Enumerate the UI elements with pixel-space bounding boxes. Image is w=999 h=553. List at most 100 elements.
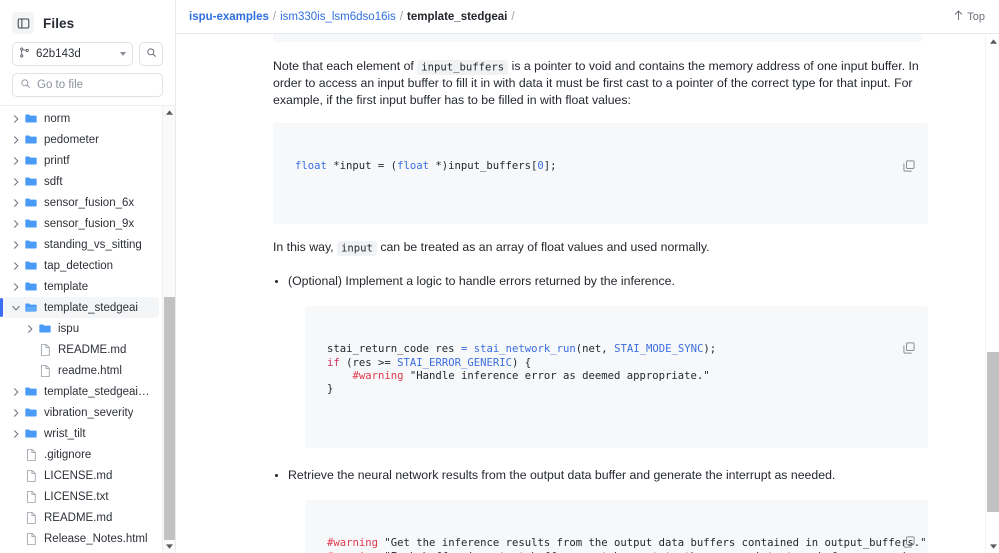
tree-item-label: sdft: [44, 176, 63, 188]
tree-file-license-md[interactable]: LICENSE.md: [3, 465, 159, 486]
tree-item-label: standing_vs_sitting: [44, 239, 142, 251]
scroll-to-top-button[interactable]: Top: [954, 10, 985, 23]
folder-icon: [23, 260, 39, 271]
code-token: stai_network_run: [474, 343, 576, 355]
tree-folder-standing_vs_sitting[interactable]: standing_vs_sitting: [3, 234, 159, 255]
folder-open-icon: [23, 302, 39, 313]
breadcrumb-current: template_stedgeai: [407, 11, 507, 23]
tree-file-readme-md[interactable]: README.md: [3, 507, 159, 528]
chevron-right-icon[interactable]: [9, 283, 23, 291]
scroll-down-arrow-icon[interactable]: [986, 539, 999, 553]
chevron-right-icon[interactable]: [9, 388, 23, 396]
tree-item-label: readme.html: [58, 365, 122, 377]
tree-folder-norm[interactable]: norm: [3, 108, 159, 129]
file-icon: [37, 365, 53, 377]
code-token: STAI_ERROR_GENERIC: [397, 357, 512, 369]
main-scroll-thumb[interactable]: [987, 352, 999, 512]
tree-file-readme-html[interactable]: readme.html: [3, 360, 159, 381]
code-token: "Get the inference results from the outp…: [378, 537, 927, 549]
inline-code-input-buffers: input_buffers: [417, 60, 508, 75]
tree-item-label: printf: [44, 155, 70, 167]
scroll-up-arrow-icon[interactable]: [163, 106, 175, 119]
chevron-right-icon[interactable]: [9, 262, 23, 270]
scroll-down-arrow-icon[interactable]: [163, 540, 175, 553]
tree-file-license-txt[interactable]: LICENSE.txt: [3, 486, 159, 507]
chevron-right-icon[interactable]: [9, 199, 23, 207]
tree-file--gitignore[interactable]: .gitignore: [3, 444, 159, 465]
sidebar-scroll-thumb[interactable]: [164, 297, 175, 553]
chevron-right-icon[interactable]: [9, 241, 23, 249]
tree-folder-pedometer[interactable]: pedometer: [3, 129, 159, 150]
tree-folder-tap_detection[interactable]: tap_detection: [3, 255, 159, 276]
paragraph-input-array: In this way, input can be treated as an …: [196, 239, 927, 256]
sidebar-scrollbar[interactable]: [162, 106, 175, 553]
chevron-right-icon[interactable]: [23, 325, 37, 333]
copy-icon[interactable]: [902, 315, 916, 329]
code-token: *)input_buffers[: [429, 160, 537, 172]
code-token: *input = (: [327, 160, 397, 172]
branch-search-button[interactable]: [139, 42, 163, 66]
chevron-right-icon[interactable]: [9, 178, 23, 186]
code-block-partial-top: [273, 34, 922, 42]
file-icon: [23, 533, 39, 545]
panel-toggle-icon[interactable]: [12, 12, 34, 34]
code-token: ) {: [512, 357, 531, 369]
code-token: }: [327, 383, 333, 395]
folder-icon: [23, 386, 39, 397]
chevron-right-icon[interactable]: [9, 220, 23, 228]
tree-file-release_notes-html[interactable]: Release_Notes.html: [3, 528, 159, 549]
chevron-right-icon[interactable]: [9, 157, 23, 165]
copy-icon[interactable]: [902, 509, 916, 523]
tree-folder-printf[interactable]: printf: [3, 150, 159, 171]
chevron-right-icon[interactable]: [9, 136, 23, 144]
folder-icon: [23, 407, 39, 418]
chevron-right-icon[interactable]: [9, 409, 23, 417]
tree-folder-sdft[interactable]: sdft: [3, 171, 159, 192]
copy-icon[interactable]: [902, 132, 916, 146]
sidebar-header: Files: [0, 0, 175, 42]
folder-icon: [23, 176, 39, 187]
breadcrumb-link-1[interactable]: ism330is_lsm6dso16is: [280, 11, 396, 23]
text-run: In this way,: [273, 240, 337, 254]
goto-file-input[interactable]: Go to file: [12, 73, 163, 97]
tree-folder-wrist_tilt[interactable]: wrist_tilt: [3, 423, 159, 444]
main-scrollbar[interactable]: [985, 34, 999, 553]
breadcrumb-link-0[interactable]: ispu-examples: [189, 11, 269, 23]
file-icon: [23, 512, 39, 524]
code-token: (res >=: [340, 357, 397, 369]
git-branch-icon: [19, 45, 30, 63]
tree-folder-ispu[interactable]: ispu: [3, 318, 159, 339]
tree-item-label: Release_Notes.html: [44, 533, 148, 545]
list-item-optional-errors: (Optional) Implement a logic to handle e…: [196, 273, 927, 289]
code-token: "Handle inference error as deemed approp…: [404, 370, 710, 382]
chevron-down-icon[interactable]: [9, 304, 23, 312]
branch-row: 62b143d: [0, 42, 175, 73]
tree-item-label: README.md: [44, 512, 112, 524]
tree-folder-template_stedgeai[interactable]: template_stedgeai: [3, 297, 159, 318]
branch-selector[interactable]: 62b143d: [12, 42, 133, 66]
folder-icon: [23, 134, 39, 145]
arrow-up-icon: [954, 10, 963, 23]
tree-item-label: vibration_severity: [44, 407, 133, 419]
tree-item-label: .gitignore: [44, 449, 91, 461]
tree-item-label: sensor_fusion_6x: [44, 197, 134, 209]
inline-code-input: input: [337, 241, 377, 256]
tree-folder-sensor_fusion_9x[interactable]: sensor_fusion_9x: [3, 213, 159, 234]
code-token: float: [295, 160, 327, 172]
code-token: STAI_MODE_SYNC: [614, 343, 703, 355]
chevron-right-icon[interactable]: [9, 115, 23, 123]
list-item-label: (Optional) Implement a logic to handle e…: [288, 274, 675, 288]
tree-item-label: norm: [44, 113, 70, 125]
folder-icon: [23, 218, 39, 229]
goto-file-row: Go to file: [0, 73, 175, 105]
tree-file-readme-html[interactable]: readme.html: [3, 549, 159, 553]
tree-folder-vibration_severity[interactable]: vibration_severity: [3, 402, 159, 423]
chevron-right-icon[interactable]: [9, 430, 23, 438]
code-token: #warning: [327, 370, 404, 382]
scroll-up-arrow-icon[interactable]: [986, 34, 999, 48]
tree-file-readme-md[interactable]: README.md: [3, 339, 159, 360]
tree-folder-sensor_fusion_6x[interactable]: sensor_fusion_6x: [3, 192, 159, 213]
branch-name: 62b143d: [36, 48, 114, 60]
tree-folder-template_stedgeai_v-[interactable]: template_stedgeai_v…: [3, 381, 159, 402]
tree-folder-template[interactable]: template: [3, 276, 159, 297]
